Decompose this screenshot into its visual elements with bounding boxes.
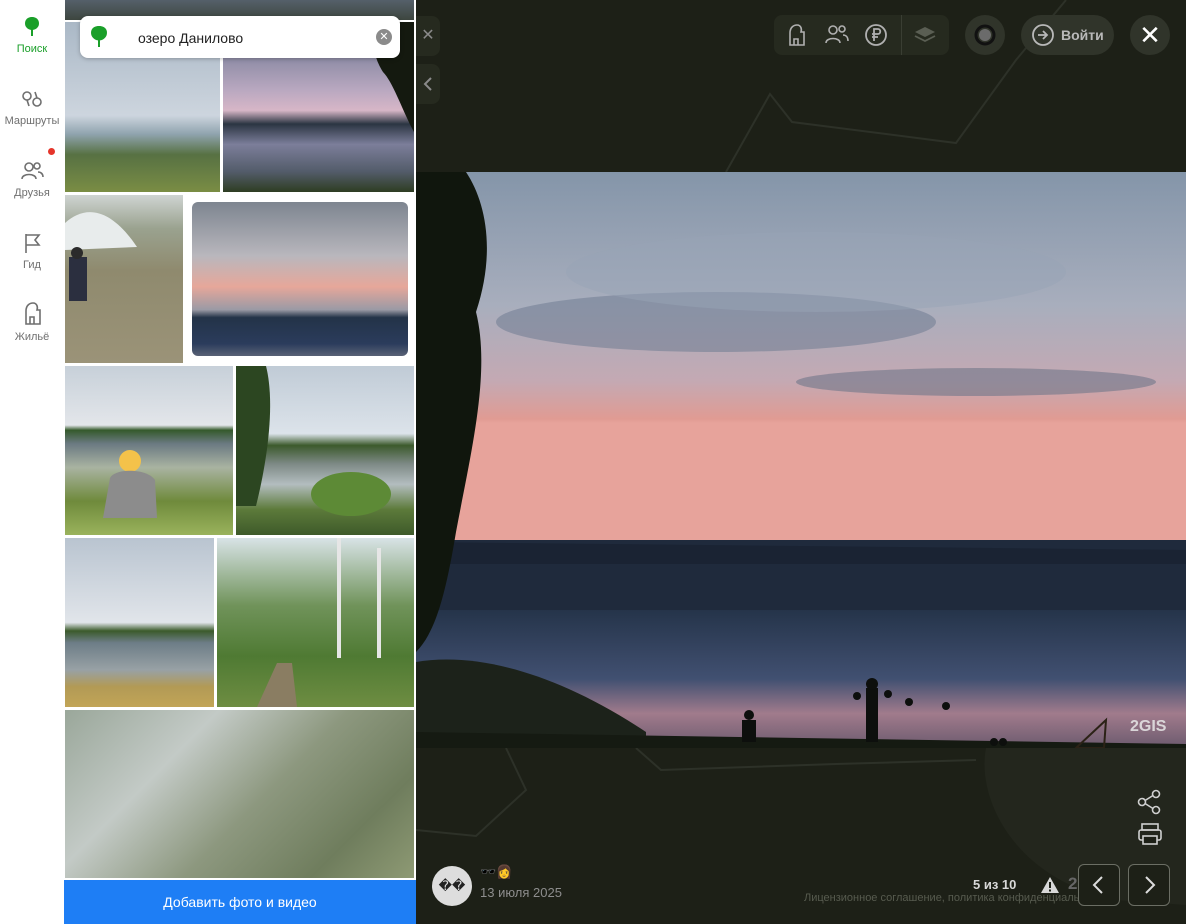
- next-photo-button[interactable]: [1128, 864, 1170, 906]
- nav-label-guide: Гид: [23, 259, 41, 271]
- friends-icon: [21, 162, 44, 180]
- person-figure: [103, 450, 157, 518]
- photo-date: 13 июля 2025: [480, 885, 562, 900]
- chevron-left-icon: [1092, 876, 1103, 894]
- login-icon: [1032, 24, 1054, 46]
- login-button[interactable]: Войти: [1021, 15, 1114, 55]
- login-label: Войти: [1061, 27, 1104, 43]
- photo-counter: 5 из 10: [973, 877, 1017, 892]
- photo-thumbnail[interactable]: [65, 366, 233, 535]
- layers-icon[interactable]: [913, 23, 937, 47]
- friends-icon[interactable]: [824, 23, 850, 47]
- watermark: 2GIS: [1130, 718, 1167, 735]
- nav-label-routes: Маршруты: [4, 115, 60, 127]
- photo-thumbnail[interactable]: [65, 195, 183, 363]
- map-layers-toolbar: [774, 15, 949, 55]
- clear-search-icon[interactable]: ✕: [376, 29, 392, 45]
- house-icon[interactable]: [784, 23, 808, 47]
- user-circle-icon: [974, 24, 996, 46]
- route-icon: [22, 91, 42, 107]
- photo-viewer: [416, 172, 1186, 748]
- chevron-right-icon: [1145, 876, 1156, 894]
- photo-thumbnail[interactable]: [65, 538, 214, 707]
- chevron-left-icon: [423, 77, 432, 91]
- flag-icon: [25, 234, 41, 253]
- account-button[interactable]: [965, 15, 1005, 55]
- search-input[interactable]: [136, 26, 370, 50]
- nav-item-search[interactable]: Поиск: [0, 16, 64, 76]
- share-icon: [1137, 789, 1161, 815]
- close-panel-button[interactable]: ✕: [416, 16, 440, 56]
- nav-label-friends: Друзья: [14, 187, 50, 199]
- nav-item-housing[interactable]: Жильё: [0, 302, 64, 362]
- photo-gallery: [64, 0, 416, 924]
- house-icon: [25, 302, 41, 325]
- toolbar-divider: [901, 15, 902, 55]
- print-button[interactable]: [1134, 820, 1166, 848]
- legal-text[interactable]: Лицензионное соглашение, политика конфид…: [804, 892, 1108, 904]
- photo-thumbnail[interactable]: [217, 538, 414, 707]
- photo-thumbnail[interactable]: [192, 202, 408, 356]
- author-avatar[interactable]: ��: [432, 866, 472, 906]
- lake-sunset-photo: [416, 172, 1186, 748]
- nav-item-guide[interactable]: Гид: [0, 232, 64, 292]
- search-box: ✕: [80, 16, 400, 58]
- path-shape: [257, 538, 381, 707]
- close-viewer-button[interactable]: ✕: [1130, 15, 1170, 55]
- pin-icon: [91, 26, 107, 47]
- collapse-panel-button[interactable]: [416, 64, 440, 104]
- notification-dot: [48, 148, 55, 155]
- nav-rail: Поиск Маршруты Друзья Гид Жильё: [0, 0, 64, 924]
- pin-icon: [25, 17, 39, 36]
- birch-shape: [236, 366, 391, 516]
- photo-thumbnail[interactable]: [65, 710, 414, 878]
- tent-shape: [65, 212, 137, 301]
- nav-item-routes[interactable]: Маршруты: [0, 88, 64, 148]
- author-name: 🕶️👩: [480, 864, 513, 879]
- ruble-icon[interactable]: [864, 23, 888, 47]
- prev-photo-button[interactable]: [1078, 864, 1120, 906]
- nav-label-housing: Жильё: [14, 331, 50, 343]
- print-icon: [1138, 823, 1162, 845]
- nav-label-search: Поиск: [16, 43, 48, 55]
- add-photo-button[interactable]: Добавить фото и видео: [64, 880, 416, 924]
- share-button[interactable]: [1134, 788, 1166, 816]
- nav-item-friends[interactable]: Друзья: [0, 160, 64, 220]
- photo-thumbnail[interactable]: [236, 366, 414, 535]
